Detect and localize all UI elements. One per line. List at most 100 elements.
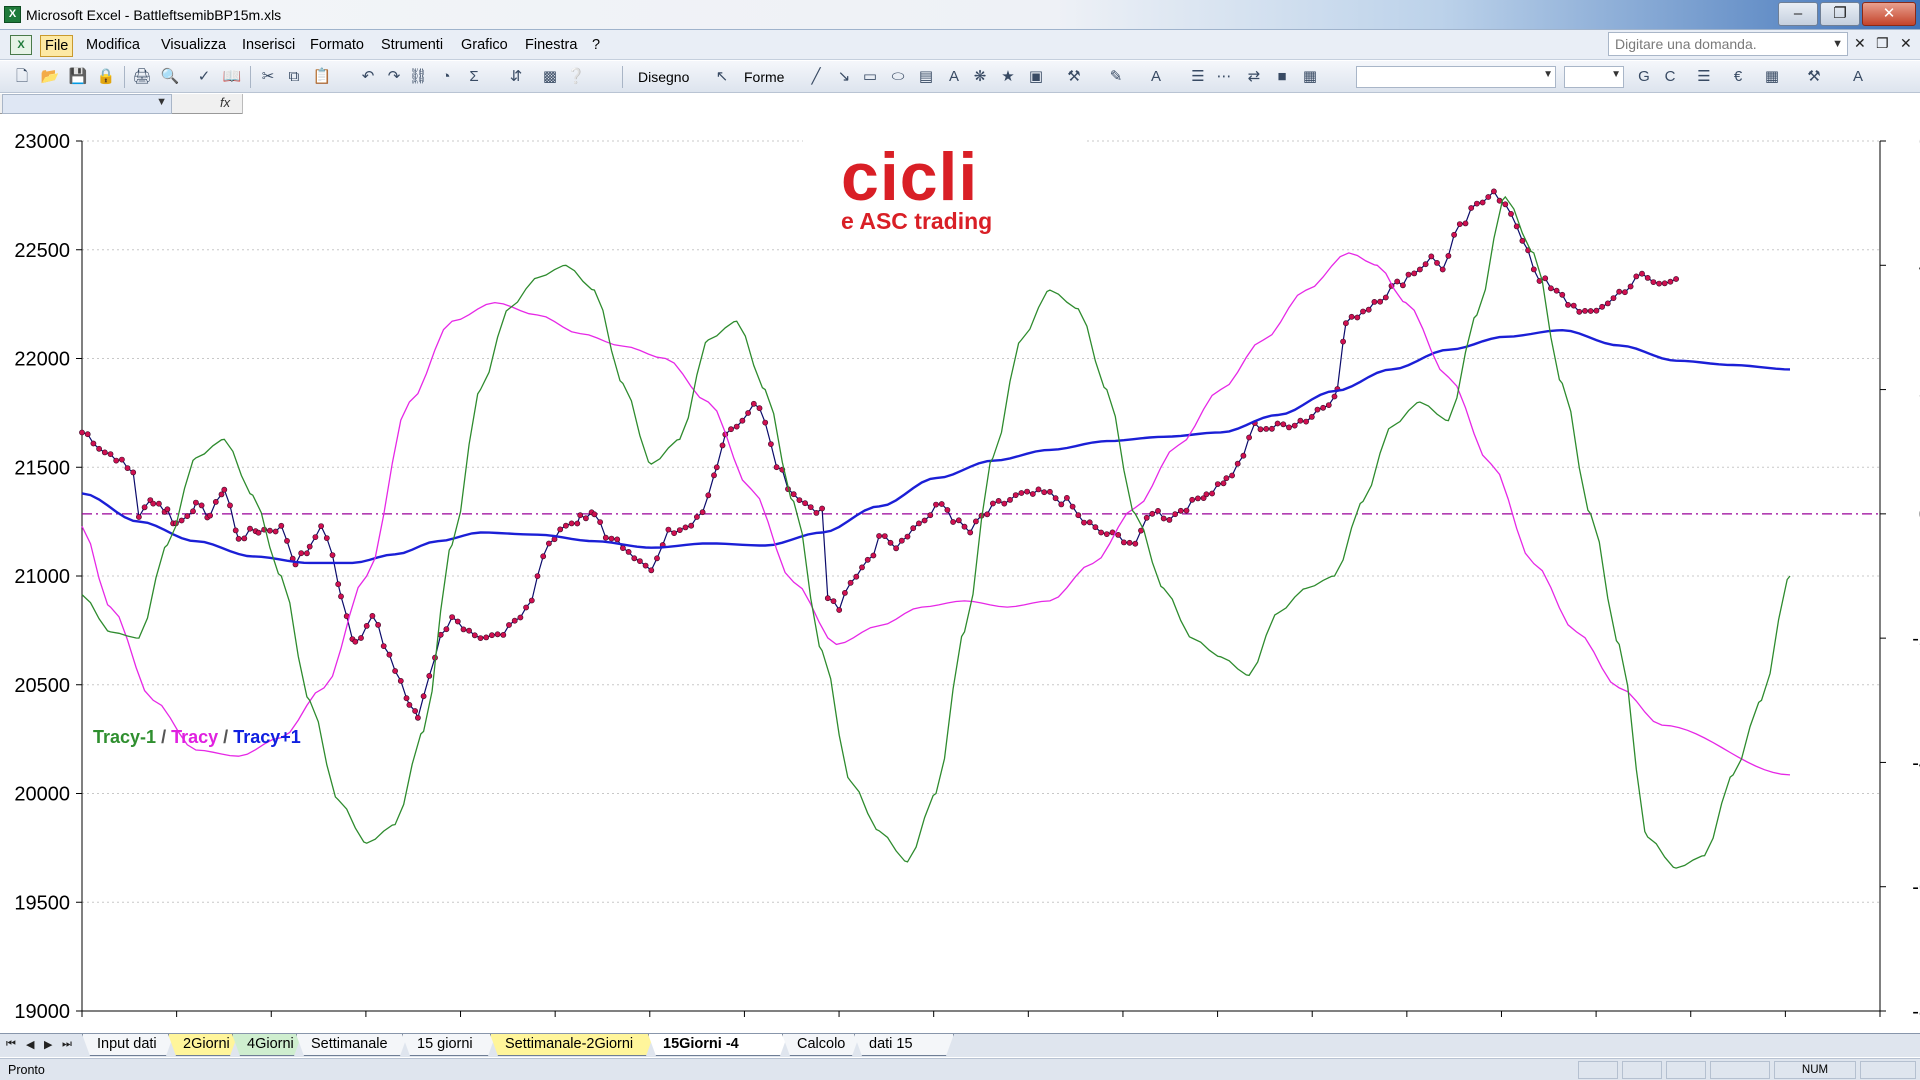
price-marker <box>728 426 734 433</box>
wordart-icon[interactable]: A <box>944 67 964 87</box>
minimize-button[interactable]: – <box>1778 2 1818 26</box>
sheet-tab-0[interactable]: Input dati <box>82 1034 174 1056</box>
close-button[interactable]: ✕ <box>1862 2 1916 26</box>
textbox-icon[interactable]: ▤ <box>916 67 936 87</box>
dash-style-icon[interactable]: ⋯ <box>1214 67 1234 87</box>
font-color-icon[interactable]: A <box>1146 67 1166 87</box>
line-chart[interactable]: 23000 22500 22000 21500 21000 20500 20000 19500… <box>0 115 1920 1033</box>
doc-minimize-icon[interactable]: ✕ <box>1900 35 1912 52</box>
insert-function-icon[interactable]: fx <box>220 95 230 110</box>
chevron-down-icon[interactable]: ▼ <box>1543 69 1553 80</box>
sheet-tab-3[interactable]: Settimanale <box>296 1034 408 1056</box>
align-icon[interactable]: ☰ <box>1694 67 1714 87</box>
arrow-style-icon[interactable]: ⇄ <box>1244 67 1264 87</box>
cell-fill-icon[interactable]: ⚒ <box>1804 67 1824 87</box>
price-marker <box>375 621 381 628</box>
shapes-menu[interactable]: Forme <box>744 69 784 85</box>
name-box[interactable]: ▼ <box>2 94 172 114</box>
price-marker <box>1508 211 1514 217</box>
menu-formato[interactable]: Formato <box>306 35 368 57</box>
italic-icon[interactable]: C <box>1660 67 1680 87</box>
bar-chart-icon[interactable]: ▩ <box>540 67 560 87</box>
research-icon[interactable]: 📖 <box>222 67 242 87</box>
paste-icon[interactable]: 📋 <box>312 67 332 87</box>
last-sheet-icon[interactable]: ⏭ <box>62 1038 72 1051</box>
chevron-down-icon[interactable]: ▼ <box>156 96 167 108</box>
sheet-tab-4[interactable]: 15 giorni <box>402 1034 496 1056</box>
text-color-icon[interactable]: A <box>1848 67 1868 87</box>
menu-grafico[interactable]: Grafico <box>457 35 512 57</box>
price-marker <box>1001 500 1008 507</box>
menu-help[interactable]: ? <box>588 35 604 57</box>
workbook-icon[interactable]: X <box>10 35 32 55</box>
menu-strumenti[interactable]: Strumenti <box>377 35 447 57</box>
sheet-tab-6[interactable]: 15Giorni -4 giorni <box>648 1034 788 1056</box>
menu-file[interactable]: File <box>40 35 74 57</box>
euro-icon[interactable]: € <box>1728 67 1748 87</box>
line-style-icon[interactable]: ☰ <box>1188 67 1208 87</box>
chart-wizard-icon[interactable]: ◔ <box>436 67 456 87</box>
sheet-tab-5[interactable]: Settimanale-2Giorni <box>490 1034 654 1056</box>
open-icon[interactable]: 📂 <box>40 67 60 87</box>
print-icon[interactable]: 🖨 <box>132 67 152 87</box>
first-sheet-icon[interactable]: ⏮ <box>6 1038 16 1051</box>
save-icon[interactable]: 💾 <box>68 67 88 87</box>
sheet-tab-2[interactable]: 4Giorni <box>232 1034 302 1056</box>
font-name-combo[interactable]: ▼ <box>1356 66 1556 88</box>
redo-icon[interactable]: ↷ <box>384 67 404 87</box>
excel-app-icon[interactable]: X <box>4 6 21 23</box>
sheet-tab-7[interactable]: Calcolo <box>782 1034 860 1056</box>
window-title: Microsoft Excel - BattleftsemibBP15m.xls <box>26 7 282 23</box>
line-icon[interactable]: ╱ <box>806 67 826 87</box>
prev-sheet-icon[interactable]: ◀ <box>26 1038 34 1051</box>
spelling-icon[interactable]: ✓ <box>194 67 214 87</box>
menu-inserisci[interactable]: Inserisci <box>238 35 299 57</box>
bold-icon[interactable]: G <box>1634 67 1654 87</box>
sheet-tab-8[interactable]: dati 15 min <box>854 1034 954 1056</box>
price-marker <box>739 417 746 424</box>
print-preview-icon[interactable]: 🔍 <box>160 67 180 87</box>
formula-input[interactable] <box>242 94 1920 114</box>
shadow-icon[interactable]: ■ <box>1272 67 1292 87</box>
maximize-button[interactable]: ❐ <box>1820 2 1860 26</box>
line-color-icon[interactable]: ✎ <box>1106 67 1126 87</box>
chevron-down-icon[interactable]: ▼ <box>1832 33 1843 55</box>
copy-icon[interactable]: ⧉ <box>284 67 304 87</box>
fill-color-icon[interactable]: ⚒ <box>1064 67 1084 87</box>
rectangle-icon[interactable]: ▭ <box>860 67 880 87</box>
chart-area[interactable]: 23000 22500 22000 21500 21000 20500 20000 19500… <box>0 115 1920 1033</box>
price-marker <box>1456 221 1463 227</box>
arrow-icon[interactable]: ↘ <box>834 67 854 87</box>
menu-finestra[interactable]: Finestra <box>521 35 581 57</box>
new-icon[interactable]: 🗋 <box>12 67 32 87</box>
price-marker <box>1075 512 1082 519</box>
doc-restore-icon[interactable]: ❐ <box>1876 35 1889 52</box>
sort-icon[interactable]: ⇵ <box>506 67 526 87</box>
clipart-icon[interactable]: ★ <box>998 67 1018 87</box>
price-marker <box>995 497 1002 504</box>
next-sheet-icon[interactable]: ▶ <box>44 1038 52 1051</box>
price-marker <box>1240 452 1247 459</box>
help-icon[interactable]: ❔ <box>566 67 586 87</box>
diagram-icon[interactable]: ❋ <box>970 67 990 87</box>
doc-close-icon[interactable]: ✕ <box>1854 35 1866 52</box>
menu-visualizza[interactable]: Visualizza <box>157 35 230 57</box>
help-search-input[interactable]: Digitare una domanda. ▼ <box>1608 32 1848 56</box>
sheet-tab-1[interactable]: 2Giorni <box>168 1034 238 1056</box>
select-arrow-icon[interactable]: ↖ <box>712 67 732 87</box>
hyperlink-icon[interactable]: ⛓ <box>408 67 428 87</box>
undo-icon[interactable]: ↶ <box>358 67 378 87</box>
chevron-down-icon[interactable]: ▼ <box>1611 69 1621 80</box>
cut-icon[interactable]: ✂ <box>258 67 278 87</box>
3d-icon[interactable]: ▦ <box>1300 67 1320 87</box>
autosum-icon[interactable]: Σ <box>464 67 484 87</box>
font-size-combo[interactable]: ▼ <box>1564 66 1624 88</box>
borders-icon[interactable]: ▦ <box>1762 67 1782 87</box>
price-marker <box>79 429 85 436</box>
drawing-menu[interactable]: Disegno <box>638 69 689 85</box>
price-marker <box>1400 282 1406 289</box>
oval-icon[interactable]: ⬭ <box>888 67 908 87</box>
menu-modifica[interactable]: Modifica <box>82 35 144 57</box>
picture-icon[interactable]: ▣ <box>1026 67 1046 87</box>
permission-icon[interactable]: 🔒 <box>96 67 116 87</box>
